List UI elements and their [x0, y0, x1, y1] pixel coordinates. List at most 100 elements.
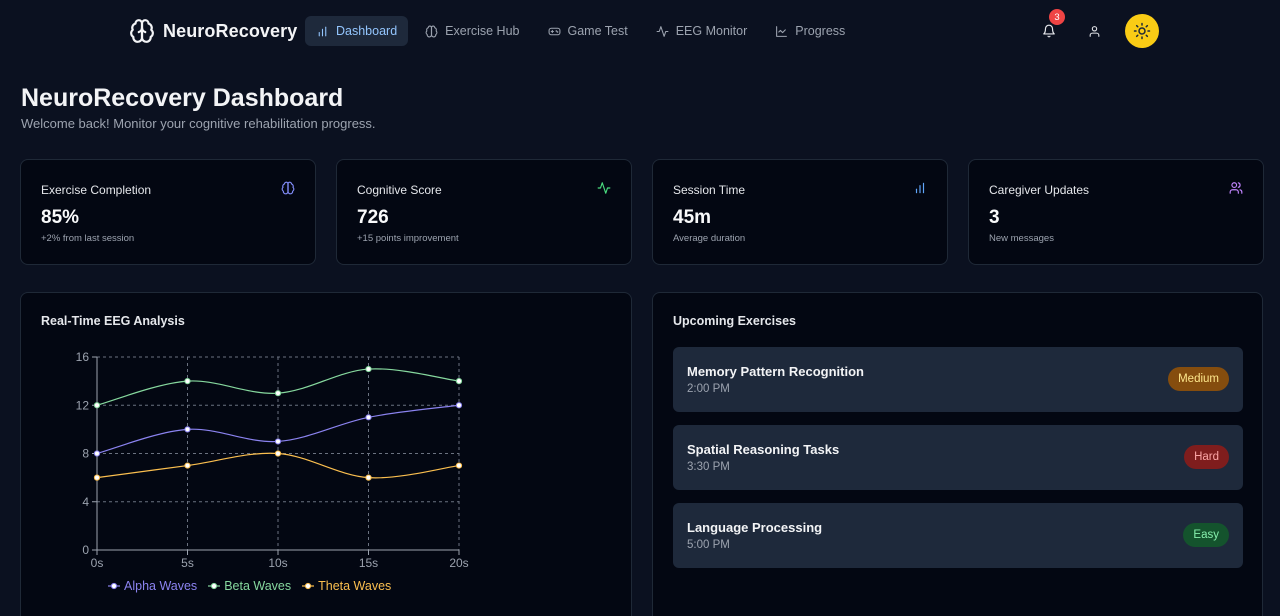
nav-item-game-test[interactable]: Game Test: [537, 16, 639, 46]
nav-menu: Dashboard Exercise Hub Game Test EEG Mon…: [305, 16, 856, 46]
nav-item-exercise-hub[interactable]: Exercise Hub: [414, 16, 530, 46]
nav-item-eeg-monitor[interactable]: EEG Monitor: [645, 16, 759, 46]
exercise-item[interactable]: Spatial Reasoning Tasks 3:30 PM Hard: [673, 425, 1243, 490]
exercise-item[interactable]: Language Processing 5:00 PM Easy: [673, 503, 1243, 568]
data-point-theta-waves: [455, 462, 463, 469]
legend-marker-icon: [302, 582, 315, 590]
nav-item-label: Dashboard: [336, 24, 398, 38]
exercise-name: Language Processing: [687, 520, 823, 535]
profile-button[interactable]: [1081, 18, 1107, 44]
sun-icon: [1133, 22, 1151, 40]
stat-card-caregiver-updates: Caregiver Updates 3 New messages: [968, 159, 1264, 265]
data-point-beta-waves: [184, 378, 191, 385]
x-tick-label: 20s: [449, 556, 468, 570]
eeg-line-chart: 0 4 8 12 16 0s 5s 10s 15s 20s: [76, 350, 469, 570]
exercise-time: 2:00 PM: [687, 383, 730, 395]
brain-icon: [425, 25, 438, 37]
stat-label: Exercise Completion: [41, 183, 152, 197]
data-point-theta-waves: [274, 450, 282, 457]
data-point-theta-waves: [184, 462, 191, 469]
y-tick-label: 12: [76, 398, 90, 412]
legend-label: Alpha Waves: [124, 579, 198, 593]
top-navbar: NeuroRecovery Dashboard Exercise Hub Gam…: [0, 0, 1280, 62]
activity-icon: [597, 182, 611, 194]
data-point-alpha-waves: [93, 450, 101, 457]
user-icon: [1089, 25, 1099, 37]
data-point-beta-waves: [274, 390, 282, 397]
stat-note: New messages: [989, 233, 1054, 244]
x-tick-label: 10s: [268, 556, 287, 570]
nav-item-label: Game Test: [567, 24, 628, 38]
data-point-alpha-waves: [184, 426, 191, 433]
x-tick-label: 0s: [91, 556, 104, 570]
legend-item-theta-waves[interactable]: Theta Waves: [301, 579, 391, 593]
difficulty-badge: Medium: [1168, 367, 1229, 391]
chart-legend: Alpha Waves Beta Waves Theta Waves: [107, 579, 391, 593]
bar-chart-icon: [915, 182, 925, 194]
data-point-beta-waves: [455, 378, 463, 385]
nav-item-dashboard[interactable]: Dashboard: [305, 16, 409, 46]
stat-label: Caregiver Updates: [989, 183, 1090, 197]
difficulty-badge: Easy: [1183, 523, 1229, 547]
data-point-alpha-waves: [365, 414, 372, 421]
upcoming-exercises-panel: Upcoming Exercises Memory Pattern Recogn…: [652, 292, 1263, 616]
stat-label: Session Time: [673, 183, 746, 197]
stat-value: 45m: [673, 207, 712, 228]
legend-item-beta-waves[interactable]: Beta Waves: [207, 579, 291, 593]
exercise-time: 5:00 PM: [687, 539, 730, 551]
y-tick-label: 16: [76, 350, 90, 364]
y-tick-label: 4: [82, 495, 89, 509]
nav-item-label: Exercise Hub: [445, 24, 520, 38]
exercise-item[interactable]: Memory Pattern Recognition 2:00 PM Mediu…: [673, 347, 1243, 412]
bell-icon: [1043, 24, 1055, 38]
bar-chart-icon: [318, 26, 327, 36]
data-point-alpha-waves: [274, 438, 282, 445]
difficulty-badge: Hard: [1184, 445, 1229, 469]
nav-item-label: Progress: [795, 24, 846, 38]
exercise-time: 3:30 PM: [687, 461, 730, 473]
notification-badge: 3: [1049, 9, 1065, 25]
stat-card-session-time: Session Time 45m Average duration: [652, 159, 948, 265]
nav-actions: 3: [1036, 9, 1159, 48]
notifications-button[interactable]: 3: [1036, 9, 1065, 44]
data-point-alpha-waves: [455, 402, 463, 409]
legend-marker-icon: [208, 582, 221, 590]
data-point-beta-waves: [365, 365, 372, 373]
data-point-beta-waves: [93, 402, 101, 409]
legend-label: Beta Waves: [224, 579, 292, 593]
y-tick-label: 0: [82, 543, 89, 557]
stat-label: Cognitive Score: [357, 183, 442, 197]
x-tick-label: 5s: [181, 556, 194, 570]
stat-note: Average duration: [673, 233, 746, 244]
stat-note: +15 points improvement: [357, 233, 459, 244]
stat-card-cognitive-score: Cognitive Score 726 +15 points improveme…: [336, 159, 632, 265]
gamepad-icon: [548, 27, 560, 35]
legend-marker-icon: [108, 582, 120, 590]
users-icon: [1229, 182, 1243, 194]
activity-icon: [656, 25, 669, 37]
line-chart-icon: [776, 25, 788, 37]
nav-item-progress[interactable]: Progress: [764, 16, 856, 46]
brain-icon: [281, 181, 295, 195]
data-point-theta-waves: [93, 474, 101, 481]
stat-note: +2% from last session: [41, 233, 135, 244]
data-point-theta-waves: [365, 474, 372, 481]
theme-toggle-button[interactable]: [1125, 14, 1159, 48]
page-title: NeuroRecovery Dashboard: [21, 84, 344, 112]
panel-title: Upcoming Exercises: [673, 314, 796, 328]
eeg-analysis-panel: Real-Time EEG Analysis 0 4 8 12 16 0s 5s 10s 15s…: [20, 292, 632, 616]
brain-logo-icon: [130, 19, 154, 43]
x-tick-label: 15s: [359, 556, 378, 570]
page-subtitle: Welcome back! Monitor your cognitive reh…: [21, 116, 376, 131]
exercise-name: Spatial Reasoning Tasks: [687, 442, 840, 457]
stat-value: 85%: [41, 207, 80, 228]
legend-label: Theta Waves: [318, 579, 392, 593]
nav-item-label: EEG Monitor: [675, 24, 748, 38]
brand[interactable]: NeuroRecovery: [129, 17, 297, 45]
stat-value: 726: [357, 207, 389, 228]
stat-card-exercise-completion: Exercise Completion 85% +2% from last se…: [20, 159, 316, 265]
exercise-list: Memory Pattern Recognition 2:00 PM Mediu…: [673, 347, 1243, 581]
legend-item-alpha-waves[interactable]: Alpha Waves: [107, 579, 197, 593]
exercise-name: Memory Pattern Recognition: [687, 364, 864, 379]
y-tick-label: 8: [82, 447, 89, 461]
